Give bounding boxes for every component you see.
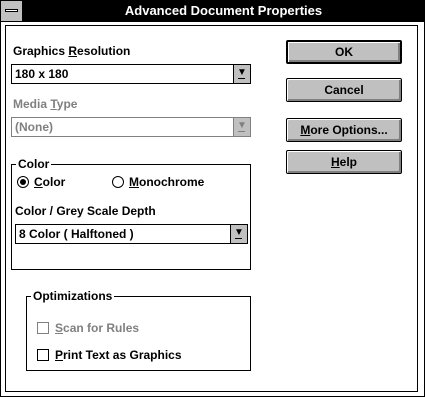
dropdown-arrow-icon[interactable]: ▼ [233,65,250,83]
scan-for-rules-checkbox[interactable] [37,322,49,334]
optimizations-group: Optimizations Scan for Rules Print Text … [26,289,251,371]
scan-for-rules-label[interactable]: Scan for Rules [55,321,139,335]
dropdown-arrow-icon[interactable]: ▼ [233,118,250,136]
color-group: Color Color Monochrome Color / Grey Scal… [11,157,251,270]
color-radio[interactable] [17,176,29,188]
dialog-window: Advanced Document Properties Graphics Re… [0,0,425,397]
color-group-legend: Color [16,157,52,171]
help-button[interactable]: Help [286,150,402,174]
window-title: Advanced Document Properties [124,3,323,18]
media-type-label: Media Type [13,97,78,111]
color-depth-dropdown[interactable]: 8 Color ( Halftoned ) ▼ [15,224,248,244]
monochrome-radio[interactable] [112,176,124,188]
graphics-resolution-dropdown[interactable]: 180 x 180 ▼ [11,64,251,84]
dialog-body: Graphics Resolution 180 x 180 ▼ Media Ty… [5,25,418,392]
print-text-as-graphics-checkbox[interactable] [37,349,49,361]
cancel-button[interactable]: Cancel [286,78,402,102]
system-menu-icon[interactable] [1,1,23,21]
media-type-dropdown[interactable]: (None) ▼ [11,117,251,137]
title-bar[interactable]: Advanced Document Properties [1,1,424,22]
depth-label: Color / Grey Scale Depth [15,204,156,218]
more-options-button[interactable]: More Options... [286,118,402,142]
graphics-resolution-label: Graphics Resolution [13,44,131,58]
graphics-resolution-value: 180 x 180 [15,67,69,81]
media-type-value: (None) [15,120,53,134]
color-depth-value: 8 Color ( Halftoned ) [19,227,134,241]
optimizations-legend: Optimizations [31,289,115,303]
print-text-as-graphics-label[interactable]: Print Text as Graphics [55,348,182,362]
color-radio-label[interactable]: Color [34,175,65,189]
ok-button[interactable]: OK [286,40,402,64]
monochrome-radio-label[interactable]: Monochrome [129,175,204,189]
dropdown-arrow-icon[interactable]: ▼ [230,225,247,243]
